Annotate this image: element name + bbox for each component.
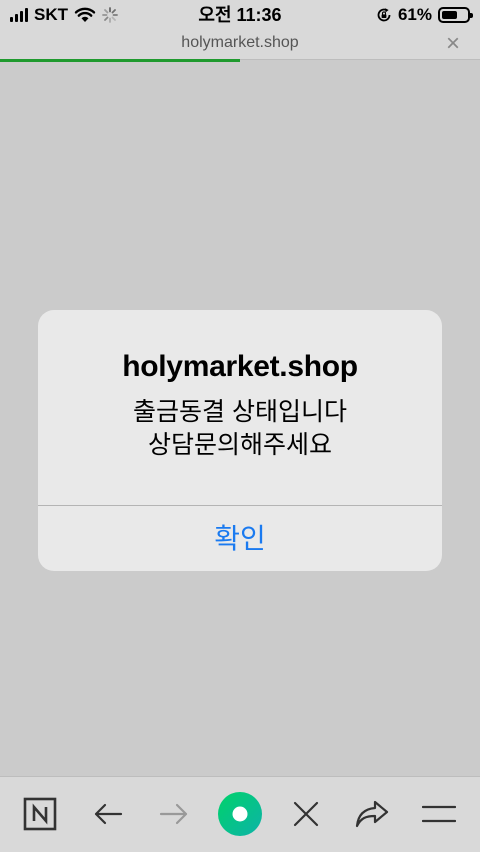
url-text[interactable]: holymarket.shop — [0, 34, 480, 52]
status-bar: SKT 오전 11:36 61% — [0, 0, 480, 30]
close-icon[interactable]: × — [446, 30, 460, 58]
battery-percent: 61% — [397, 5, 432, 24]
page-load-progress — [0, 59, 480, 62]
confirm-button[interactable]: 확인 — [38, 506, 442, 571]
progress-fill — [0, 59, 240, 62]
alert-dialog: holymarket.shop 출금동결 상태입니다 상담문의해주세요 확인 — [38, 310, 442, 571]
alert-title: holymarket.shop — [122, 350, 358, 383]
share-icon[interactable] — [349, 791, 395, 837]
naver-home-icon[interactable] — [17, 791, 63, 837]
back-arrow-icon[interactable] — [85, 791, 131, 837]
status-right: 61% — [376, 4, 473, 26]
forward-arrow-icon[interactable] — [151, 791, 197, 837]
green-dot-icon[interactable] — [217, 791, 263, 837]
rotation-lock-icon — [377, 8, 391, 22]
url-bar[interactable]: holymarket.shop × — [0, 30, 480, 60]
menu-icon[interactable] — [416, 791, 462, 837]
battery-icon — [438, 7, 473, 23]
bottom-toolbar — [0, 776, 480, 852]
close-icon[interactable] — [283, 791, 329, 837]
alert-message: 출금동결 상태입니다 상담문의해주세요 — [133, 398, 347, 459]
